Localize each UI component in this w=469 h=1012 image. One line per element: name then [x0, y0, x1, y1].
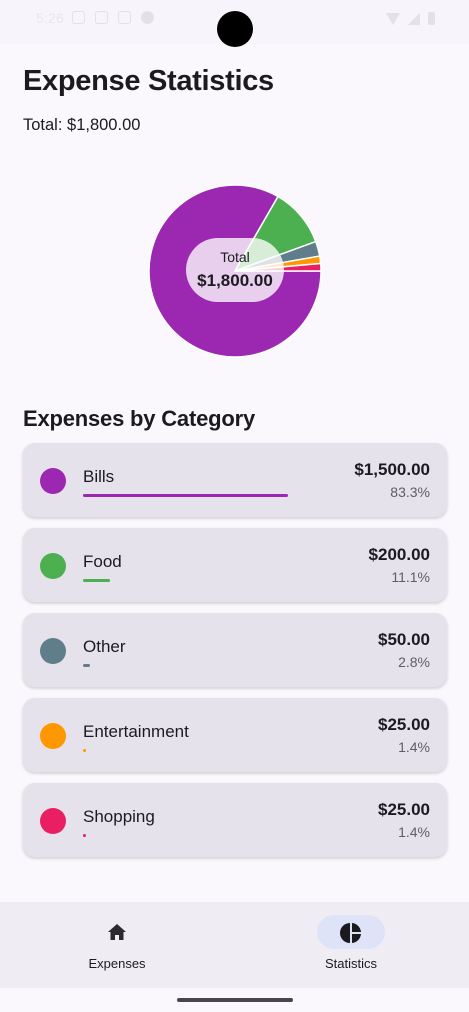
- battery-icon: [428, 12, 435, 25]
- status-bar: 5:26: [0, 0, 469, 47]
- category-progress-fill: [83, 834, 87, 837]
- nav-icon-container: [83, 915, 151, 949]
- camera-cutout: [217, 11, 253, 47]
- notification-icons: [72, 11, 154, 24]
- category-percent: 11.1%: [391, 569, 430, 585]
- wifi-icon: [386, 12, 400, 25]
- pie-center-label: Total: [220, 249, 250, 265]
- category-card-other[interactable]: Other $50.00 2.8%: [23, 613, 447, 687]
- settings-icon: [118, 11, 131, 24]
- category-progress: [83, 579, 288, 582]
- signal-icon: [408, 12, 420, 25]
- category-color-dot: [40, 808, 66, 834]
- category-card-entertainment[interactable]: Entertainment $25.00 1.4%: [23, 698, 447, 772]
- category-card-bills[interactable]: Bills $1,500.00 83.3%: [23, 443, 447, 517]
- bottom-navigation: Expenses Statistics: [0, 902, 469, 988]
- category-name: Entertainment: [83, 722, 189, 741]
- nav-icon-container-selected: [317, 915, 385, 949]
- category-percent: 2.8%: [398, 654, 430, 670]
- category-color-dot: [40, 468, 66, 494]
- category-percent: 1.4%: [398, 824, 430, 840]
- app-screen: 5:26 Expense Statistics Total: $1,800.00…: [0, 0, 469, 1012]
- home-gesture-bar[interactable]: [177, 998, 293, 1002]
- category-progress-fill: [83, 494, 288, 497]
- category-percent: 1.4%: [398, 739, 430, 755]
- category-name: Food: [83, 552, 122, 571]
- category-color-dot: [40, 723, 66, 749]
- category-card-food[interactable]: Food $200.00 11.1%: [23, 528, 447, 602]
- category-name: Other: [83, 637, 126, 656]
- category-amount: $25.00: [378, 800, 430, 819]
- home-icon: [108, 924, 126, 940]
- nav-statistics[interactable]: Statistics: [234, 902, 468, 988]
- shield-icon: [95, 11, 108, 24]
- category-name: Shopping: [83, 807, 155, 826]
- nav-expenses[interactable]: Expenses: [0, 902, 234, 988]
- category-amount: $25.00: [378, 715, 430, 734]
- system-icons: [386, 12, 435, 25]
- category-amount: $1,500.00: [354, 460, 430, 479]
- category-amount: $200.00: [368, 545, 430, 564]
- category-progress-fill: [83, 579, 111, 582]
- category-color-dot: [40, 638, 66, 664]
- pie-chart-icon: [340, 923, 361, 943]
- category-progress-fill: [83, 664, 90, 667]
- category-progress-fill: [83, 749, 87, 752]
- nav-label-expenses: Expenses: [88, 956, 146, 971]
- category-name: Bills: [83, 467, 115, 486]
- pie-center-badge: Total $1,800.00: [186, 238, 284, 302]
- section-title: Expenses by Category: [23, 406, 255, 431]
- category-card-shopping[interactable]: Shopping $25.00 1.4%: [23, 783, 447, 857]
- category-progress: [83, 749, 288, 752]
- category-amount: $50.00: [378, 630, 430, 649]
- nav-label-statistics: Statistics: [324, 956, 377, 971]
- category-percent: 83.3%: [390, 484, 430, 500]
- total-amount: Total: $1,800.00: [23, 116, 141, 134]
- status-time: 5:26: [36, 10, 65, 26]
- notification-icon: [72, 11, 85, 24]
- category-progress: [83, 834, 288, 837]
- category-color-dot: [40, 553, 66, 579]
- pie-center-value: $1,800.00: [197, 271, 273, 290]
- page-title: Expense Statistics: [23, 65, 274, 97]
- category-progress: [83, 664, 288, 667]
- circle-icon: [141, 11, 154, 24]
- category-progress: [83, 494, 288, 497]
